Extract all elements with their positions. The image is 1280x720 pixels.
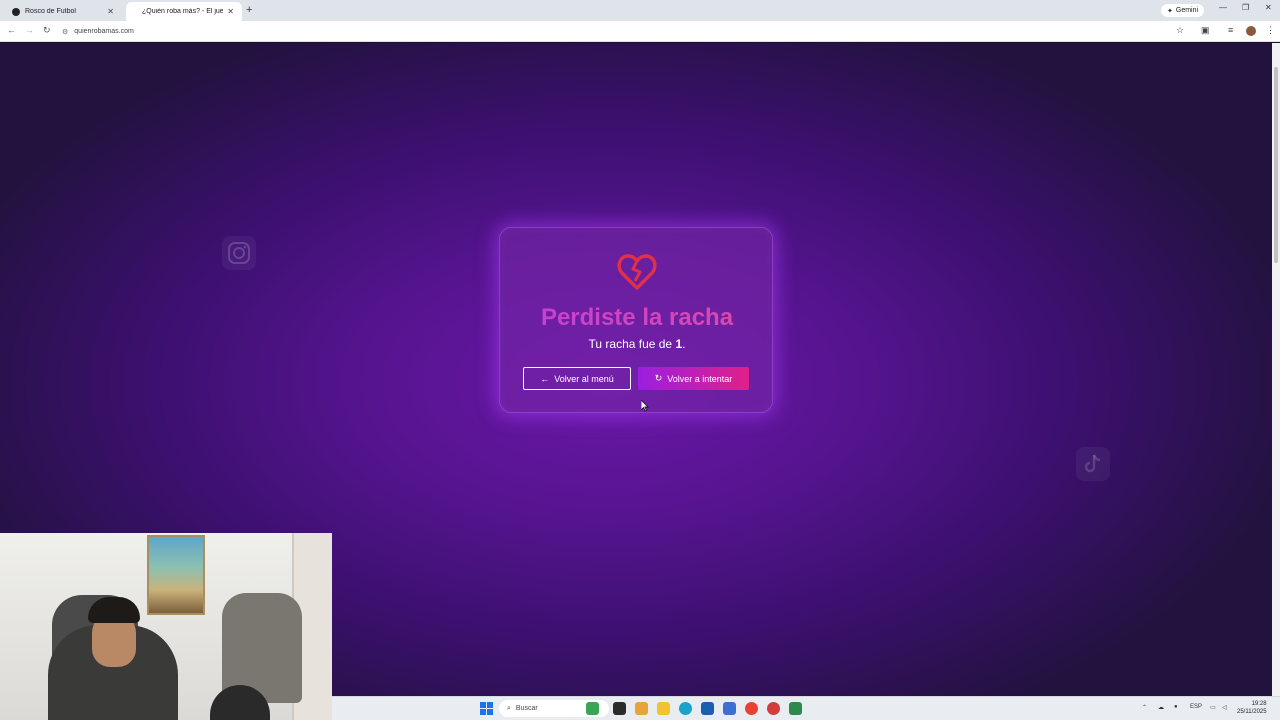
streamer-hair [88,597,140,623]
tray-cloud-icon[interactable]: ☁ [1158,704,1164,711]
tiktok-icon [1076,447,1110,481]
tab-close-icon[interactable]: ✕ [227,7,234,16]
retry-icon: ↻ [654,373,663,383]
tab-favicon [12,7,20,16]
app-icon[interactable] [723,702,736,715]
game-over-title: Perdiste la racha [500,304,774,332]
streak-suffix: . [682,337,686,351]
reload-icon[interactable]: ↻ [43,25,51,36]
new-tab-button[interactable]: + [246,4,252,16]
extensions-icon[interactable]: ≡ [1228,25,1233,35]
task-view-icon[interactable] [613,702,626,715]
profile-avatar[interactable] [1246,26,1256,36]
taskbar-clock[interactable]: 19:28 25/11/2025 [1237,700,1267,716]
store-icon[interactable] [701,702,714,715]
app-icon-3[interactable] [789,702,802,715]
tray-volume-icon[interactable]: ◁ [1222,704,1227,711]
windows-taskbar: ⌕ Buscar ⌃ ☁ ● ESP ▭ ◁ 19:28 25/11/2025 [332,696,1280,720]
bookmark-star-icon[interactable]: ☆ [1176,25,1184,36]
address-bar-row: ← → ↻ ⚙ quienrobamas.com ☆ ▣ ≡ ⋮ [0,21,1280,42]
back-arrow-icon[interactable]: ← [7,25,16,35]
url-field[interactable]: ⚙ quienrobamas.com [62,24,1162,39]
tab-close-icon[interactable]: ✕ [107,7,114,16]
tray-network-icon[interactable]: ▭ [1210,704,1216,711]
webcam-overlay [0,533,332,720]
restore-button[interactable]: ❐ [1242,3,1249,12]
streak-prefix: Tu racha fue de [588,337,676,351]
instagram-icon [222,236,256,270]
broken-heart-icon [617,254,657,290]
gemini-label: Gemini [1175,7,1199,14]
chrome-icon[interactable] [745,702,758,715]
page-scrollbar[interactable] [1272,43,1280,696]
tab-title: ¿Quién roba más? - El juego q... [142,8,224,15]
search-icon: ⌕ [507,704,511,712]
copilot-icon[interactable] [635,702,648,715]
site-info-icon[interactable]: ⚙ [62,28,68,36]
tray-mic-icon[interactable]: ● [1174,704,1178,710]
wall-painting [147,535,205,615]
retry-button-label: Volver a intentar [667,373,733,384]
edge-icon[interactable] [679,702,692,715]
back-button-label: Volver al menú [554,373,614,384]
search-placeholder: Buscar [515,705,538,712]
tray-chevron-icon[interactable]: ⌃ [1142,704,1147,711]
minimize-button[interactable]: — [1219,3,1227,12]
game-over-card: Perdiste la racha Tu racha fue de 1. ← V… [499,227,773,413]
app-icon-2[interactable] [767,702,780,715]
forward-arrow-icon[interactable]: → [25,25,34,35]
clock-date: 25/11/2025 [1237,709,1267,715]
widgets-icon[interactable] [586,702,599,715]
gemini-button[interactable]: ✦ Gemini [1161,4,1205,17]
retry-button[interactable]: ↻ Volver a intentar [638,367,749,390]
tab-quien-roba-mas[interactable]: ¿Quién roba más? - El juego q... ✕ [126,2,242,21]
back-to-menu-button[interactable]: ← Volver al menú [523,367,631,390]
browser-tab-bar: Rosco de Futbol ✕ ¿Quién roba más? - El … [0,0,1280,21]
reading-mode-icon[interactable]: ▣ [1201,25,1210,36]
windows-start-icon[interactable] [480,702,493,715]
arrow-left-icon: ← [540,373,550,384]
scrollbar-thumb[interactable] [1274,67,1278,263]
file-explorer-icon[interactable] [657,702,670,715]
close-window-button[interactable]: ✕ [1265,3,1272,12]
clock-time: 19:28 [1251,701,1267,707]
tray-language[interactable]: ESP [1190,704,1202,710]
tab-title: Rosco de Futbol [25,8,76,15]
streak-message: Tu racha fue de 1. [500,337,774,351]
url-text: quienrobamas.com [74,28,134,35]
tab-rosco-de-futbol[interactable]: Rosco de Futbol ✕ [4,2,122,21]
mouse-cursor-icon [641,400,649,412]
sparkle-icon: ✦ [1167,7,1173,15]
menu-kebab-icon[interactable]: ⋮ [1266,25,1275,36]
